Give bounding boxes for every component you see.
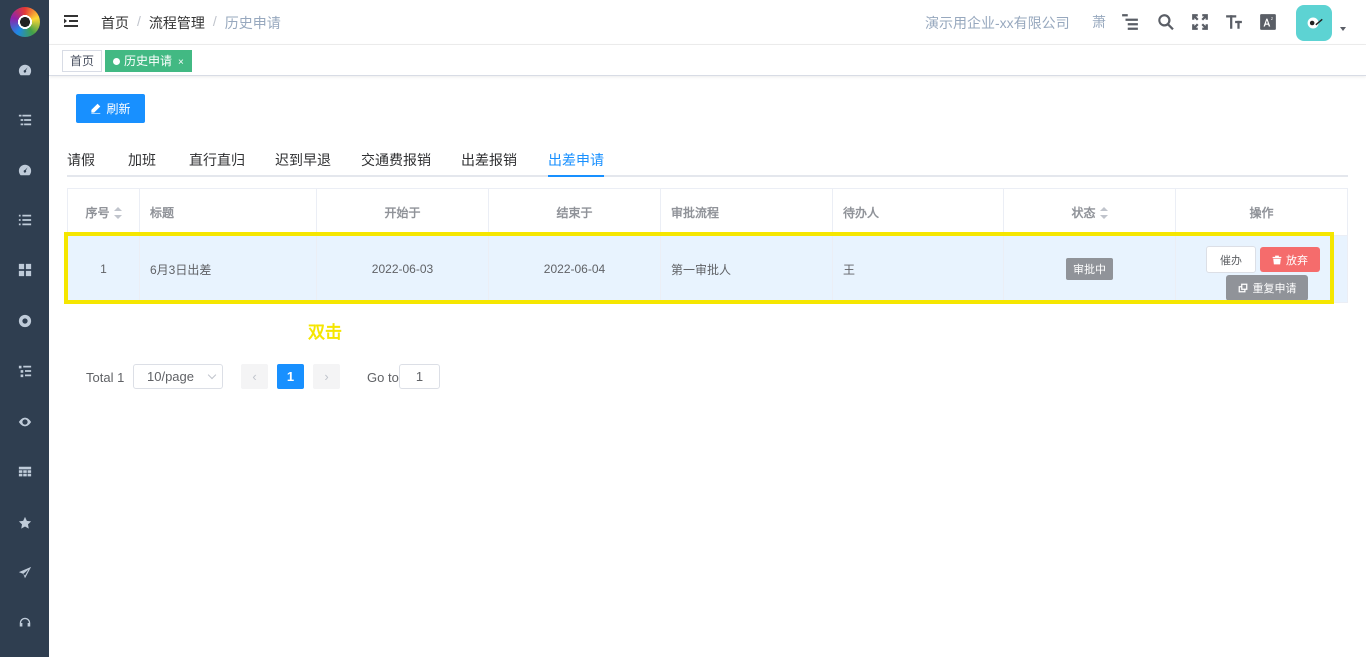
gauge-icon[interactable] (0, 160, 49, 180)
give-up-button[interactable]: 放弃 (1260, 247, 1320, 272)
tab-trip-application[interactable]: 出差申请 (548, 150, 604, 177)
copy-icon (1238, 283, 1247, 293)
page-size-value: 10/page (147, 369, 194, 384)
cell-flow: 第一审批人 (660, 235, 833, 303)
col-start: 开始于 (316, 188, 489, 236)
sort-icon[interactable] (113, 206, 122, 219)
dashboard-icon[interactable] (0, 60, 49, 80)
refresh-label: 刷新 (106, 102, 131, 116)
col-status[interactable]: 状态 (1003, 188, 1176, 236)
tab-leave[interactable]: 请假 (67, 150, 95, 177)
tab-trip-reimburse[interactable]: 出差报销 (461, 150, 517, 177)
cell-status: 审批中 (1003, 235, 1176, 303)
sort-icon[interactable] (1099, 206, 1108, 219)
lifebuoy-icon[interactable] (0, 311, 49, 331)
pagination-total: Total 1 (86, 370, 125, 385)
tag-active-label: 历史申请 (124, 54, 173, 68)
cell-title: 6月3日出差 (139, 235, 317, 303)
top-navbar: 首页 / 流程管理 / 历史申请 演示用企业-xx有限公司 萧 z (49, 0, 1366, 45)
breadcrumb-process[interactable]: 流程管理 (149, 13, 205, 33)
tag-home-label: 首页 (70, 54, 95, 68)
tab-direct-go-return[interactable]: 直行直归 (189, 150, 245, 177)
cell-assignee: 王 (832, 235, 1004, 303)
breadcrumb-separator: / (212, 13, 217, 29)
table-row[interactable]: 1 6月3日出差 2022-06-03 2022-06-04 第一审批人 王 审… (67, 235, 1348, 303)
prev-page-button[interactable]: ‹ (241, 364, 268, 389)
col-flow: 审批流程 (660, 188, 833, 236)
breadcrumb: 首页 / 流程管理 / 历史申请 (101, 13, 281, 33)
caret-down-icon[interactable] (1340, 27, 1346, 31)
col-title: 标题 (139, 188, 317, 236)
avatar-image-icon (1307, 17, 1323, 29)
indent-list-icon[interactable] (0, 361, 49, 381)
col-index-label: 序号 (85, 205, 110, 220)
col-status-label: 状态 (1071, 205, 1096, 220)
page-size-select[interactable]: 10/page (133, 364, 223, 389)
resubmit-button[interactable]: 重复申请 (1226, 275, 1308, 301)
col-end: 结束于 (488, 188, 661, 236)
company-name: 演示用企业-xx有限公司 (925, 15, 1070, 31)
tags-view-bar: 首页 历史申请 × (49, 45, 1366, 76)
edit-icon (91, 103, 101, 114)
chevron-right-icon: › (324, 369, 329, 384)
app-logo (10, 7, 40, 37)
sidebar (0, 0, 49, 657)
tab-late-early[interactable]: 迟到早退 (275, 150, 331, 177)
chevron-down-icon (207, 370, 217, 380)
grid-icon[interactable] (0, 260, 49, 280)
tab-overtime[interactable]: 加班 (128, 150, 156, 177)
breadcrumb-separator: / (137, 13, 141, 29)
col-actions: 操作 (1175, 188, 1348, 236)
tag-home[interactable]: 首页 (62, 50, 103, 72)
double-click-annotation: 双击 (308, 323, 342, 342)
user-avatar[interactable] (1296, 5, 1332, 41)
search-icon[interactable] (1156, 12, 1176, 32)
send-icon[interactable] (0, 563, 49, 583)
tree-list-icon[interactable] (0, 110, 49, 130)
urge-label: 催办 (1220, 254, 1242, 267)
user-short-text: 萧 (1092, 14, 1106, 30)
goto-page-input[interactable]: 1 (399, 364, 440, 389)
menu-tree-icon[interactable] (1120, 12, 1140, 32)
translate-icon[interactable]: z (1258, 12, 1278, 32)
user-short-name[interactable]: 萧 (1089, 12, 1109, 32)
breadcrumb-home[interactable]: 首页 (101, 13, 129, 33)
chevron-left-icon: ‹ (252, 369, 257, 384)
table-icon[interactable] (0, 462, 49, 482)
cell-index: 1 (67, 235, 140, 303)
tab-transport-reimburse[interactable]: 交通费报销 (361, 150, 431, 177)
cell-actions: 催办 放弃 重复申请 (1175, 235, 1348, 303)
category-tabs: 请假 加班 直行直归 迟到早退 交通费报销 出差报销 出差申请 (67, 145, 1348, 177)
goto-label: Go to (367, 370, 399, 385)
give-up-label: 放弃 (1286, 254, 1308, 267)
cell-end: 2022-06-04 (488, 235, 661, 303)
table-header-row: 序号 标题 开始于 结束于 审批流程 待办人 状态 操作 (67, 188, 1348, 236)
page-number-current[interactable]: 1 (277, 364, 304, 389)
tag-close-icon[interactable]: × (178, 57, 184, 68)
star-icon[interactable] (0, 513, 49, 533)
trash-icon (1272, 255, 1282, 264)
col-index[interactable]: 序号 (67, 188, 140, 236)
history-table: 序号 标题 开始于 结束于 审批流程 待办人 状态 操作 1 6月3日出差 20… (67, 188, 1348, 303)
urge-button[interactable]: 催办 (1206, 246, 1256, 273)
col-assignee: 待办人 (832, 188, 1004, 236)
menu-toggle-icon[interactable] (63, 13, 79, 29)
tag-history-application[interactable]: 历史申请 × (105, 50, 192, 72)
headset-icon[interactable] (0, 613, 49, 633)
refresh-button[interactable]: 刷新 (76, 94, 145, 123)
list-icon[interactable] (0, 210, 49, 230)
status-badge: 审批中 (1066, 258, 1113, 280)
font-size-icon[interactable] (1224, 12, 1244, 32)
cell-start: 2022-06-03 (316, 235, 489, 303)
active-dot-icon (113, 58, 120, 65)
resubmit-label: 重复申请 (1252, 283, 1297, 295)
next-page-button[interactable]: › (313, 364, 340, 389)
breadcrumb-current: 历史申请 (224, 15, 281, 31)
eye-icon[interactable] (0, 412, 49, 432)
fullscreen-icon[interactable] (1190, 12, 1210, 32)
